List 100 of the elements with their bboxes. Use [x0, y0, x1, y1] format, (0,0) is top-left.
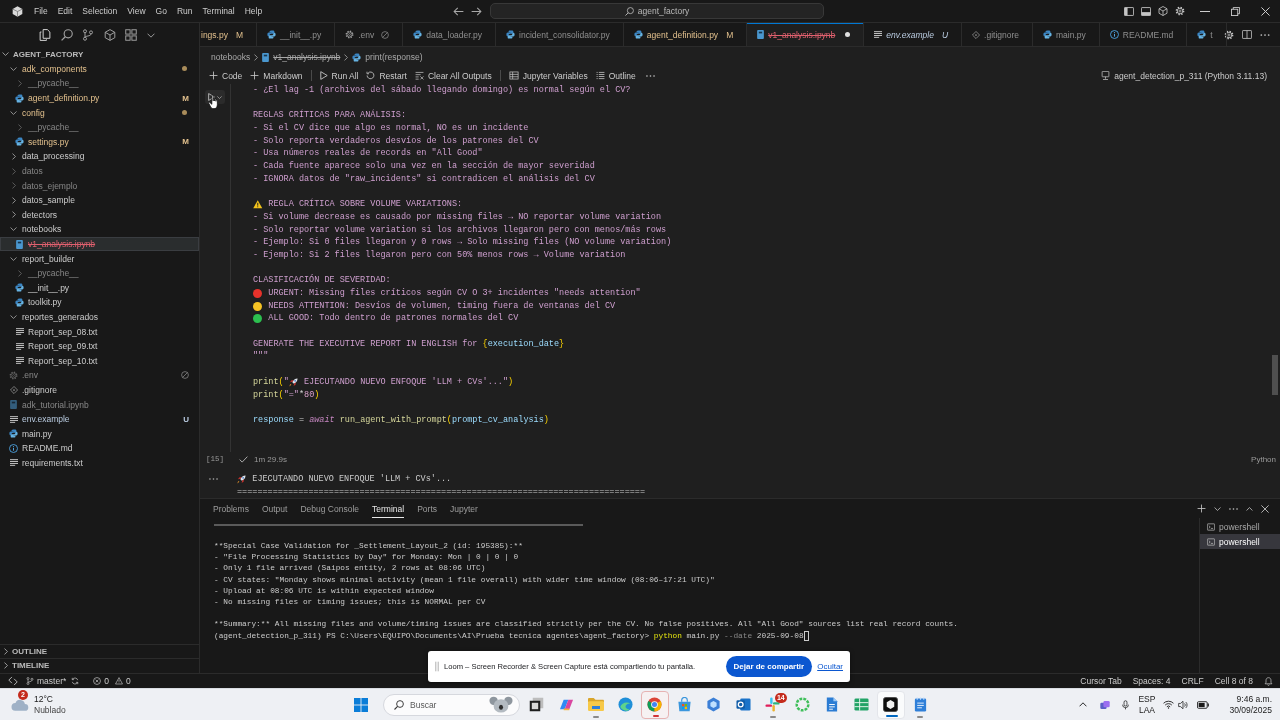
- clock[interactable]: 9:46 a.m. 30/09/2025: [1229, 693, 1272, 716]
- panel-tab[interactable]: Terminal: [372, 499, 405, 518]
- chevron-right-icon[interactable]: [11, 211, 16, 219]
- tree-item[interactable]: adk_tutorial.ipynb: [0, 397, 199, 412]
- breadcrumb-item[interactable]: v1_analysis.ipynb: [262, 52, 341, 62]
- editor-tab[interactable]: data_loader.py: [403, 23, 496, 46]
- variables-button[interactable]: Jupyter Variables: [504, 68, 592, 83]
- tree-item[interactable]: datos: [0, 163, 199, 179]
- restore-icon[interactable]: [1230, 6, 1240, 16]
- tree-item[interactable]: Report_sep_10.txt: [0, 353, 199, 369]
- chevron-right-icon[interactable]: [11, 196, 16, 204]
- chevron-down-icon[interactable]: [10, 110, 17, 115]
- tree-item[interactable]: datos_ejemplo: [0, 178, 199, 193]
- overlapping-squares-icon[interactable]: [1100, 699, 1111, 710]
- panel-toggle-icon[interactable]: [1141, 6, 1151, 16]
- chevron-right-icon[interactable]: [17, 269, 22, 277]
- editor-tab[interactable]: incident_consolidator.py: [496, 23, 624, 46]
- tree-item[interactable]: __init__.py: [0, 280, 199, 296]
- section-header[interactable]: TIMELINE: [0, 658, 199, 672]
- chevron-down-icon[interactable]: [10, 315, 17, 319]
- chevron-right-icon[interactable]: [4, 648, 8, 655]
- sidebar-toggle-icon[interactable]: [1124, 6, 1134, 16]
- tree-item[interactable]: __pycache__: [0, 119, 199, 135]
- tree-item[interactable]: v1_analysis.ipynb: [0, 236, 199, 252]
- editor-tab[interactable]: t: [1187, 23, 1227, 46]
- kernel-picker[interactable]: agent_detection_p_311 (Python 3.11.13): [1097, 68, 1271, 83]
- tree-item[interactable]: detectors: [0, 207, 199, 223]
- tree-item[interactable]: .gitignore: [0, 382, 199, 398]
- status-item[interactable]: Cell 8 of 8: [1214, 676, 1253, 686]
- section-header[interactable]: OUTLINE: [0, 644, 199, 658]
- tree-item[interactable]: requirements.txt: [0, 455, 199, 471]
- split-editor-icon[interactable]: [1242, 30, 1252, 39]
- clear-outputs-button[interactable]: Clear All Outputs: [410, 68, 496, 83]
- remote-icon[interactable]: [8, 676, 18, 686]
- tree-item[interactable]: datos_sample: [0, 192, 199, 208]
- chevron-down-icon[interactable]: [2, 52, 9, 57]
- status-item[interactable]: Cursor Tab: [1080, 676, 1122, 686]
- tree-item[interactable]: README.md: [0, 441, 199, 456]
- editor-tab[interactable]: README.md: [1099, 23, 1188, 46]
- cloud-icon[interactable]: [11, 698, 29, 711]
- more-icon[interactable]: [1260, 33, 1270, 36]
- tree-item[interactable]: data_processing: [0, 149, 199, 164]
- chevron-right-icon[interactable]: [4, 662, 8, 669]
- close-icon[interactable]: [1261, 504, 1269, 513]
- editor-tab[interactable]: ings.py M: [200, 23, 258, 46]
- chevron-right-icon[interactable]: [11, 182, 16, 190]
- stop-sharing-button[interactable]: Dejar de compartir: [725, 656, 813, 677]
- breadcrumb-item[interactable]: print(response): [352, 52, 423, 62]
- chevron-down-icon[interactable]: [146, 32, 155, 38]
- menu-item[interactable]: Help: [239, 6, 268, 16]
- tree-item[interactable]: __pycache__: [0, 76, 199, 91]
- panel-tab[interactable]: Output: [261, 499, 288, 518]
- tree-item[interactable]: toolkit.py: [0, 295, 199, 310]
- tree-item[interactable]: adk_components: [0, 61, 199, 77]
- battery-icon[interactable]: [1197, 700, 1210, 709]
- editor-tab[interactable]: .gitignore: [962, 23, 1033, 46]
- breadcrumb-item[interactable]: notebooks: [211, 52, 251, 62]
- menu-item[interactable]: File: [29, 6, 53, 16]
- back-arrow-icon[interactable]: [453, 6, 464, 16]
- plus-icon[interactable]: [1197, 504, 1206, 513]
- chevron-right-icon[interactable]: [11, 167, 16, 175]
- grip-icon[interactable]: [435, 661, 439, 672]
- tree-item[interactable]: Report_sep_08.txt: [0, 324, 199, 339]
- add-cell-button[interactable]: Markdown: [246, 68, 307, 83]
- tree-item[interactable]: .env: [0, 368, 199, 383]
- menu-item[interactable]: Terminal: [197, 6, 240, 16]
- panel-tab[interactable]: Problems: [213, 499, 249, 518]
- chevron-right-icon[interactable]: [11, 152, 16, 160]
- cube-icon[interactable]: [1158, 6, 1168, 16]
- panel-tab[interactable]: Debug Console: [300, 499, 360, 518]
- chevron-right-icon[interactable]: [17, 123, 22, 131]
- editor-tab[interactable]: v1_analysis.ipynb: [747, 23, 865, 46]
- cube-icon[interactable]: [103, 29, 116, 41]
- chevron-down-icon[interactable]: [10, 256, 17, 261]
- wifi-icon[interactable]: [1163, 700, 1175, 709]
- status-item[interactable]: CRLF: [1181, 676, 1204, 686]
- gear-icon[interactable]: [1175, 6, 1185, 16]
- terminal-session[interactable]: powershell: [1200, 534, 1280, 549]
- chevron-down-icon[interactable]: [1214, 506, 1221, 511]
- source-control-icon[interactable]: [82, 29, 94, 41]
- hide-link[interactable]: Ocultar: [817, 662, 843, 671]
- microphone-icon[interactable]: [1122, 699, 1130, 710]
- taskbar-search-field[interactable]: Buscar: [383, 693, 520, 716]
- tree-item[interactable]: Report_sep_09.txt: [0, 338, 199, 354]
- terminal-session[interactable]: powershell: [1200, 519, 1280, 534]
- tree-item[interactable]: settings.py M: [0, 134, 199, 150]
- panel-tab[interactable]: Jupyter: [450, 499, 478, 518]
- menu-item[interactable]: Run: [171, 6, 198, 16]
- tree-item[interactable]: __pycache__: [0, 265, 199, 281]
- menu-item[interactable]: Go: [150, 6, 172, 16]
- menu-item[interactable]: Selection: [77, 6, 123, 16]
- more-icon[interactable]: [1229, 507, 1238, 510]
- start-menu-icon[interactable]: [354, 697, 368, 712]
- tree-item[interactable]: main.py: [0, 426, 199, 442]
- close-icon[interactable]: [1260, 6, 1270, 16]
- chevron-down-icon[interactable]: [10, 227, 17, 232]
- chevron-down-icon[interactable]: [10, 66, 17, 71]
- taskbar-button[interactable]: [876, 690, 905, 719]
- editor-tab[interactable]: main.py: [1033, 23, 1100, 46]
- status-item[interactable]: Spaces: 4: [1132, 676, 1171, 686]
